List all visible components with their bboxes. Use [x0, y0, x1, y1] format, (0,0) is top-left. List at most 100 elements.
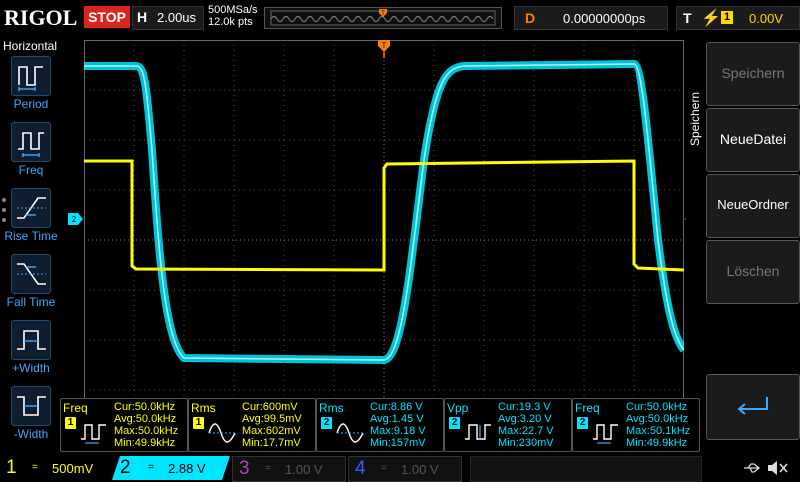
- delay-letter: D: [525, 10, 536, 26]
- menu-page-dots[interactable]: [1, 196, 7, 226]
- ch2-level-label: 2: [72, 215, 77, 224]
- measurement-item[interactable]: Freq 1 Cur:50.0kHz Avg:50.0kHz Max:50.0k…: [60, 398, 188, 452]
- save-softkey-menu: Speichern Speichern NeueDatei NeueOrdner…: [686, 36, 800, 448]
- channel-2-tab[interactable]: 2 = 2.88 V: [112, 456, 230, 480]
- menu-label-rise-time: Rise Time: [4, 229, 58, 243]
- measurement-item[interactable]: Freq 2 Cur:50.0kHz Avg:50.0kHz Max:50.1k…: [572, 398, 700, 452]
- menu-label-freq: Freq: [18, 163, 44, 177]
- usb-icon: [744, 463, 761, 473]
- brand-logo: RIGOL: [4, 5, 78, 30]
- measurement-max: Max:50.1kHz: [626, 425, 691, 437]
- measurement-channel-badge: 1: [65, 417, 76, 429]
- measurement-name: Vpp: [447, 401, 469, 415]
- coupling-icon: =: [32, 462, 38, 473]
- measurement-cur: Cur:50.0kHz: [626, 401, 688, 413]
- measurement-item[interactable]: Rms 2 Cur:8.86 V Avg:1.45 V Max:9.18 V M…: [316, 398, 444, 452]
- speaker-muted-icon[interactable]: [766, 459, 790, 477]
- channel-3-tab[interactable]: 3 = 1.00 V: [232, 456, 346, 482]
- measurement-name: Rms: [191, 401, 216, 415]
- channel-scale: 1.00 V: [285, 462, 323, 477]
- positive-width-icon: [11, 320, 51, 360]
- softkey-speichern[interactable]: Speichern: [706, 42, 800, 106]
- delay-value: 0.00000000ps: [563, 11, 646, 26]
- measurement-min: Min:49.9kHz: [114, 437, 176, 449]
- channel-1-tab[interactable]: 1 = 500mV: [0, 456, 112, 480]
- enter-arrow-icon: [737, 397, 768, 415]
- coupling-icon: =: [381, 463, 387, 474]
- fall-time-icon: [11, 254, 51, 294]
- menu-label-neg-width: -Width: [13, 427, 49, 441]
- enter-button[interactable]: [706, 374, 800, 440]
- measure-rise-time-button[interactable]: Rise Time: [4, 188, 58, 252]
- measurement-avg: Avg:50.0kHz: [114, 413, 177, 425]
- menu-label-fall-time: Fall Time: [6, 295, 56, 309]
- measurement-cur: Cur:50.0kHz: [114, 401, 176, 413]
- peak-to-peak-icon: [465, 424, 491, 440]
- channel-number: 1: [6, 457, 17, 478]
- measurement-avg: Avg:1.45 V: [370, 413, 424, 425]
- svg-text:T: T: [381, 11, 385, 17]
- measurement-min: Min:157mV: [370, 437, 426, 449]
- softkey-loeschen[interactable]: Löschen: [706, 240, 800, 304]
- measurement-item[interactable]: Vpp 2 Cur:19.3 V Avg:3.20 V Max:22.7 V M…: [444, 398, 572, 452]
- measurement-item[interactable]: Rms 1 Cur:600mV Avg:99.5mV Max:602mV Min…: [188, 398, 316, 452]
- channel-scale: 500mV: [52, 461, 94, 476]
- empty-status-area: [470, 456, 702, 482]
- memory-overview[interactable]: T: [264, 7, 502, 29]
- measurement-channel-badge: 2: [577, 417, 588, 429]
- trigger-box[interactable]: T ⚡ 1 0.00V: [676, 6, 800, 30]
- run-stop-indicator[interactable]: STOP: [84, 6, 130, 28]
- measurement-max: Max:22.7 V: [498, 425, 554, 437]
- measurement-cur: Cur:600mV: [242, 401, 298, 413]
- measurement-max: Max:9.18 V: [370, 425, 426, 437]
- negative-width-icon: [11, 386, 51, 426]
- rising-edge-icon: ⚡: [701, 10, 721, 27]
- softkey-neue-datei[interactable]: NeueDatei: [706, 108, 800, 172]
- measure-fall-time-button[interactable]: Fall Time: [7, 254, 55, 318]
- measure-period-button[interactable]: Period: [8, 56, 54, 120]
- measurement-avg: Avg:99.5mV: [242, 413, 302, 425]
- channel-number: 2: [120, 457, 131, 478]
- trigger-position-marker: T: [378, 40, 390, 52]
- horizontal-measure-menu: Horizontal Period Freq Rise Time Fall Ti…: [0, 36, 62, 448]
- measurement-name: Rms: [319, 401, 344, 415]
- softkey-speichern-label: Speichern: [721, 65, 785, 81]
- channel-number: 3: [239, 458, 250, 479]
- memory-overview-waveform: T: [270, 9, 496, 26]
- measure-pos-width-button[interactable]: +Width: [8, 320, 54, 384]
- measure-neg-width-button[interactable]: -Width: [8, 386, 54, 450]
- softkey-neue-ordner[interactable]: NeueOrdner: [706, 174, 800, 238]
- trigger-level: 0.00V: [749, 11, 783, 26]
- right-menu-title-wrap: Speichern: [688, 76, 702, 156]
- measurement-avg: Avg:3.20 V: [498, 413, 552, 425]
- timebase-value: 2.00us: [157, 10, 197, 25]
- ch2-level-marker[interactable]: 2: [68, 212, 84, 225]
- memory-depth: 12.0k pts: [208, 16, 253, 28]
- frequency-icon: [81, 424, 106, 444]
- channel-status-bar: 1 = 500mV 2 = 2.88 V 3 = 1.00 V 4 = 1.00…: [0, 456, 800, 482]
- measurement-channel-badge: 1: [193, 417, 204, 429]
- trigger-source-badge: 1: [721, 11, 733, 24]
- measure-freq-button[interactable]: Freq: [8, 122, 54, 186]
- softkey-neue-datei-label: NeueDatei: [719, 131, 787, 147]
- waveform-display[interactable]: T: [84, 40, 684, 440]
- top-status-bar: RIGOL STOP H 2.00us 500MSa/s 12.0k pts T…: [0, 0, 800, 36]
- rise-time-icon: [11, 188, 51, 228]
- measurement-cur: Cur:19.3 V: [498, 401, 551, 413]
- measurement-min: Min:49.9kHz: [626, 437, 688, 449]
- measurement-min: Min:17.7mV: [242, 437, 301, 449]
- channel-number: 4: [355, 458, 366, 479]
- timebase-letter: H: [137, 9, 148, 25]
- measurement-max: Max:50.0kHz: [114, 425, 179, 437]
- frequency-icon: [593, 424, 618, 444]
- delay-box[interactable]: D 0.00000000ps: [514, 6, 668, 30]
- channel-4-tab[interactable]: 4 = 1.00 V: [348, 456, 462, 482]
- measurement-name: Freq: [63, 401, 88, 415]
- period-icon: [11, 56, 51, 96]
- left-menu-title: Horizontal: [3, 39, 58, 53]
- channel-scale: 1.00 V: [401, 462, 439, 477]
- timebase-box[interactable]: H 2.00us: [132, 6, 204, 30]
- measurement-channel-badge: 2: [449, 417, 460, 429]
- measurement-min: Min:230mV: [498, 437, 554, 449]
- ch1-trace: [84, 159, 684, 272]
